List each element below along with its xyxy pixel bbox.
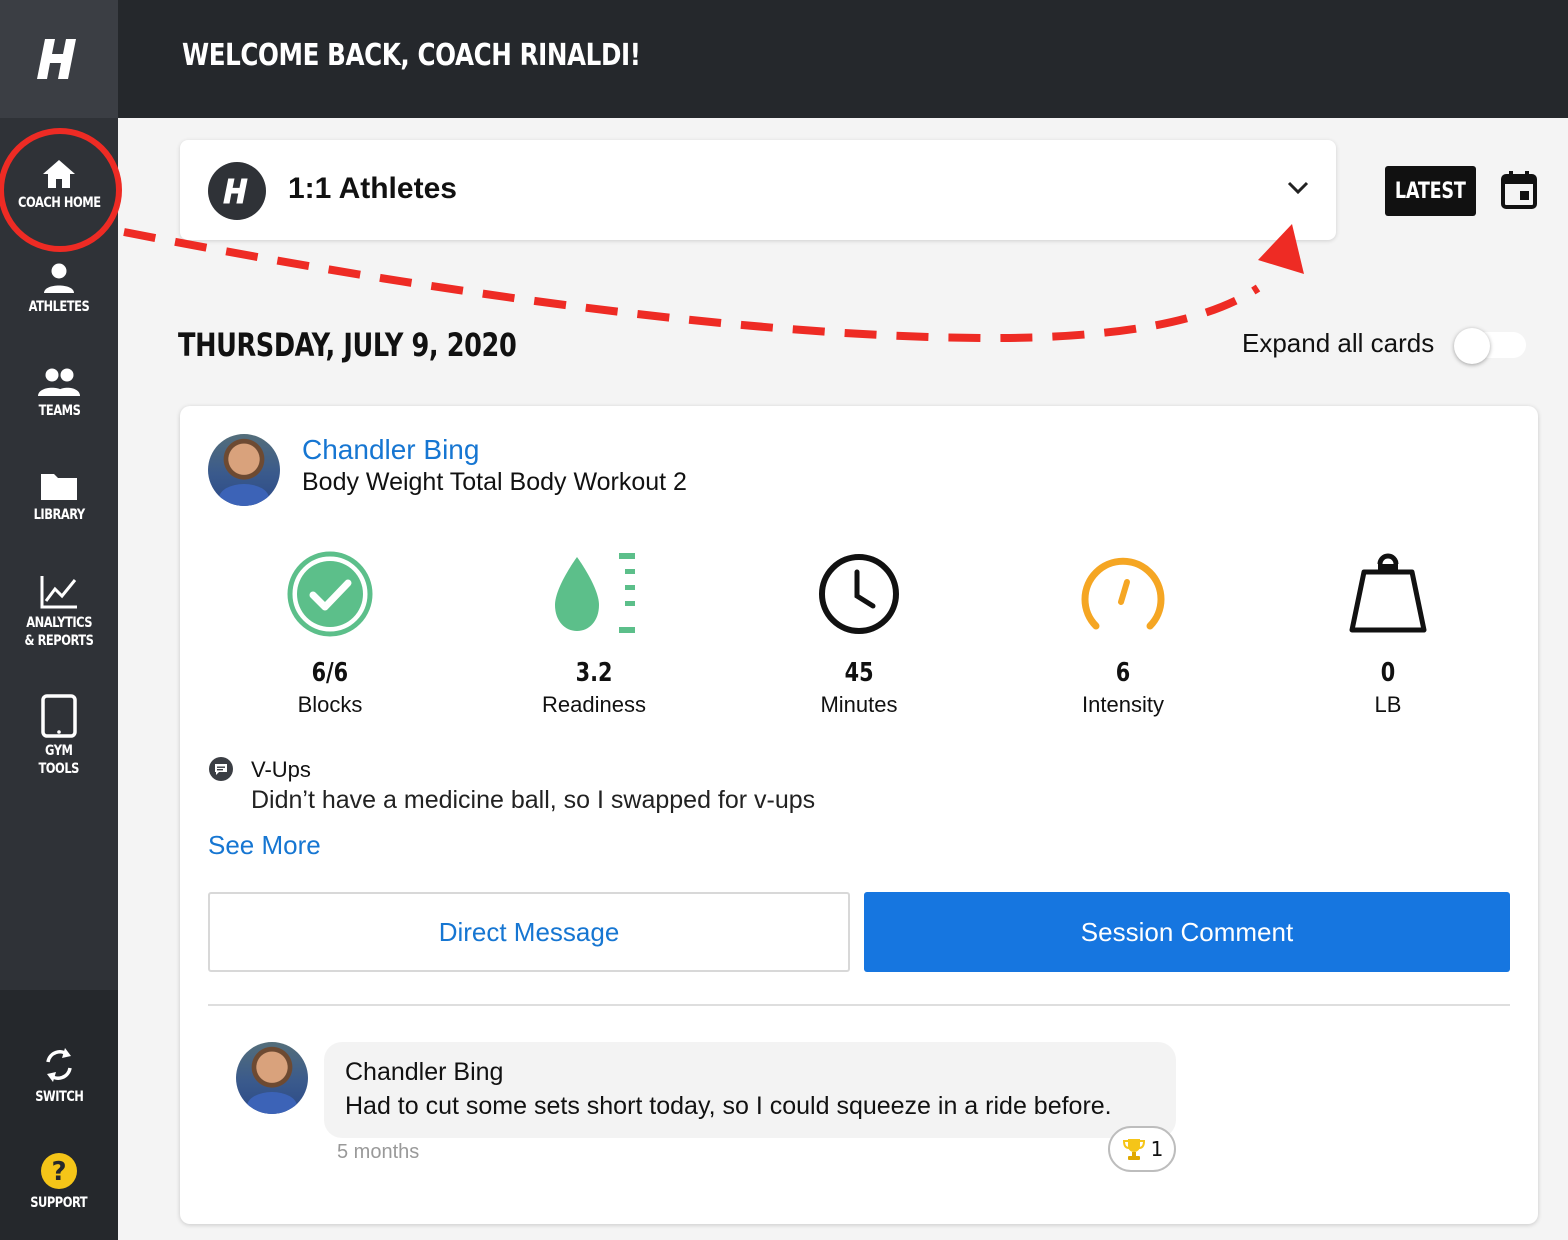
- chevron-down-icon: [1287, 181, 1309, 195]
- app-logo[interactable]: [0, 0, 118, 118]
- stat-label: Minutes: [820, 692, 898, 717]
- sidebar-item-coach-home[interactable]: COACH HOME: [0, 158, 118, 212]
- comment-author: Chandler Bing: [345, 1058, 504, 1086]
- group-selector-dropdown[interactable]: 1:1 Athletes: [180, 140, 1336, 240]
- sidebar-item-teams[interactable]: TEAMS: [0, 366, 118, 420]
- stat-label: LB: [1374, 692, 1402, 717]
- home-icon: [43, 160, 75, 188]
- sidebar: COACH HOME ATHLETES TEAMS LIBRARY ANALYT…: [0, 0, 118, 1240]
- stat-weight: 0 LB: [1288, 550, 1488, 718]
- note-title: V-Ups: [251, 757, 311, 782]
- comment-text: Had to cut some sets short today, so I c…: [345, 1092, 1112, 1120]
- stat-intensity: 6 Intensity: [1023, 550, 1223, 718]
- sidebar-item-label-line1: ANALYTICS: [26, 615, 92, 631]
- expand-all-toggle[interactable]: [1454, 328, 1526, 364]
- sidebar-item-label-line1: GYM: [45, 743, 73, 759]
- sidebar-item-label: COACH HOME: [17, 195, 101, 211]
- support-button[interactable]: ? SUPPORT: [0, 1152, 118, 1212]
- sidebar-item-label-line2: TOOLS: [38, 761, 80, 777]
- top-header: WELCOME BACK, COACH RINALDI!: [118, 0, 1568, 118]
- commenter-avatar[interactable]: [236, 1042, 308, 1114]
- reaction-badge[interactable]: 1: [1108, 1126, 1176, 1172]
- latest-button[interactable]: LATEST: [1385, 166, 1476, 216]
- note-text: Didn’t have a medicine ball, so I swappe…: [251, 786, 816, 814]
- stat-label: Intensity: [1082, 692, 1164, 717]
- chart-icon: [40, 576, 77, 609]
- stat-value: 3.2: [575, 658, 613, 688]
- group-icon: [38, 368, 80, 396]
- stat-value: 6: [1115, 658, 1131, 688]
- switch-button[interactable]: SWITCH: [0, 1046, 118, 1106]
- session-comment-button[interactable]: Session Comment: [864, 892, 1510, 972]
- sidebar-item-label-line2: & REPORTS: [24, 633, 94, 649]
- sync-icon: [46, 1048, 72, 1082]
- group-selector-label: 1:1 Athletes: [288, 172, 457, 205]
- tablet-icon: [41, 694, 77, 738]
- stat-value: 0: [1380, 658, 1396, 688]
- check-circle-icon: [287, 551, 373, 637]
- comment-bubble-icon: [209, 757, 233, 781]
- support-label: SUPPORT: [30, 1195, 88, 1211]
- svg-text:?: ?: [51, 1157, 66, 1187]
- see-more-link[interactable]: See More: [208, 830, 321, 861]
- stat-label: Blocks: [297, 692, 363, 717]
- stat-value: 45: [844, 658, 874, 688]
- stat-blocks: 6/6 Blocks: [230, 550, 430, 718]
- athlete-name-link[interactable]: Chandler Bing: [302, 434, 479, 466]
- group-logo: [208, 162, 266, 220]
- sidebar-item-label: LIBRARY: [33, 507, 85, 523]
- stat-readiness: 3.2 Readiness: [494, 550, 694, 718]
- toggle-knob: [1454, 328, 1490, 364]
- folder-icon: [41, 474, 77, 500]
- date-heading: THURSDAY, JULY 9, 2020: [178, 326, 517, 364]
- person-icon: [44, 263, 74, 293]
- card-divider: [208, 1004, 1510, 1006]
- weight-icon: [1349, 553, 1427, 633]
- trophy-icon: [1122, 1139, 1145, 1160]
- comment-bubble: Chandler Bing Had to cut some sets short…: [324, 1042, 1176, 1138]
- workout-name: Body Weight Total Body Workout 2: [302, 468, 687, 496]
- comment-timestamp: 5 months: [337, 1141, 420, 1163]
- sidebar-item-gym-tools[interactable]: GYM TOOLS: [0, 694, 118, 778]
- help-icon: ?: [41, 1153, 77, 1189]
- sidebar-item-label: TEAMS: [38, 403, 80, 419]
- stat-value: 6/6: [311, 658, 349, 688]
- switch-label: SWITCH: [34, 1089, 84, 1105]
- sidebar-item-athletes[interactable]: ATHLETES: [0, 262, 118, 316]
- sidebar-item-label: ATHLETES: [28, 299, 90, 315]
- sidebar-item-library[interactable]: LIBRARY: [0, 470, 118, 524]
- clock-icon: [819, 554, 899, 634]
- h-logo-icon: [37, 39, 76, 79]
- gauge-icon: [1081, 557, 1165, 630]
- stat-minutes: 45 Minutes: [759, 550, 959, 718]
- stat-label: Readiness: [542, 692, 646, 717]
- reaction-count: 1: [1150, 1137, 1164, 1161]
- latest-label: LATEST: [1395, 178, 1466, 204]
- sidebar-item-analytics[interactable]: ANALYTICS & REPORTS: [0, 574, 118, 650]
- calendar-icon[interactable]: [1500, 170, 1538, 210]
- welcome-title: WELCOME BACK, COACH RINALDI!: [182, 38, 641, 73]
- expand-all-label: Expand all cards: [1242, 328, 1435, 358]
- h-logo-icon: [223, 178, 248, 204]
- direct-message-button[interactable]: Direct Message: [208, 892, 850, 972]
- readiness-drop-icon: [555, 553, 635, 633]
- athlete-avatar[interactable]: [208, 434, 280, 506]
